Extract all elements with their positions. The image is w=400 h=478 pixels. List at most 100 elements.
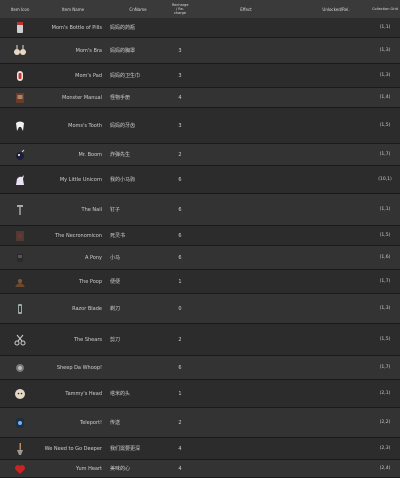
tammy-head-icon (15, 388, 25, 399)
item-recharge: 0 (178, 305, 182, 312)
item-cn-name: 剪刀 (110, 337, 121, 343)
table-row: A Pony 小马 6 (1,6) (0, 246, 400, 270)
item-cn-name: 怪物手册 (110, 95, 131, 101)
item-name: Mom's Bottle of Pills (51, 24, 102, 31)
item-grid: (2,1) (379, 391, 391, 396)
nail-icon (17, 204, 23, 215)
item-name: Teleport! (80, 419, 102, 426)
book-icon (16, 92, 24, 103)
item-recharge: 1 (178, 278, 182, 285)
item-name: A Pony (84, 254, 102, 261)
item-recharge: 2 (178, 151, 182, 158)
item-grid: (1,5) (379, 233, 391, 238)
item-grid: (2,2) (379, 420, 391, 425)
item-recharge: 2 (178, 336, 182, 343)
table-row: Razor Blade 剃刀 0 (1,3) (0, 294, 400, 324)
item-cn-name: 钉子 (110, 207, 121, 213)
table-row: My Little Unicorn 我的小马驹 6 (10,1) (0, 166, 400, 194)
bra-icon (14, 44, 26, 55)
tooth-icon (16, 121, 24, 131)
item-name: My Little Unicorn (59, 176, 102, 183)
item-recharge: 3 (178, 72, 182, 79)
item-recharge: 3 (178, 47, 182, 54)
item-recharge: 3 (178, 122, 182, 129)
teleport-icon (16, 417, 24, 428)
unicorn-icon (16, 174, 24, 185)
item-cn-name: 妈妈的药瓶 (110, 25, 136, 31)
col-collection-header: Collection Grid (372, 7, 398, 11)
pill-bottle-icon (17, 21, 23, 33)
item-grid: (1,4) (379, 95, 391, 100)
bomb-icon (16, 149, 25, 160)
item-recharge: 6 (178, 206, 182, 213)
item-grid: (1,1) (379, 207, 391, 212)
table-row: Mom's Bra 妈妈的胸罩 3 (1,3) (0, 38, 400, 64)
item-cn-name: 炸弹先生 (110, 152, 131, 158)
item-recharge: 6 (178, 232, 182, 239)
item-grid: (1,5) (379, 337, 391, 342)
table-row: Tammy's Head 塔米的头 1 (2,1) (0, 380, 400, 408)
item-grid: (1,3) (379, 48, 391, 53)
item-cn-name: 妈妈的卫生巾 (110, 73, 141, 79)
item-name: Mom's Pad (75, 72, 102, 79)
item-name: Mr. Boom (78, 151, 102, 158)
heart-icon (15, 464, 25, 474)
item-name: The Shears (73, 336, 102, 343)
item-name: Moms's Tooth (68, 122, 102, 129)
item-name: We Need to Go Deeper (44, 445, 102, 452)
item-cn-name: 死灵书 (110, 233, 126, 239)
item-grid: (1,1) (379, 25, 391, 30)
item-grid: (1,7) (379, 365, 391, 370)
col-icon-header: Item Icon (10, 6, 30, 12)
table-row: Sheep Da Whoop! 6 (1,7) (0, 356, 400, 380)
sheep-icon (16, 363, 24, 372)
table-row: Mom's Bottle of Pills 妈妈的药瓶 (1,1) (0, 18, 400, 38)
item-grid: (1,5) (379, 123, 391, 128)
item-cn-name: 便便 (110, 279, 121, 285)
table-row: Yum Heart 美味的心 4 (2,4) (0, 460, 400, 478)
item-name: Mom's Bra (75, 47, 102, 54)
table-row: The Poop 便便 1 (1,7) (0, 270, 400, 294)
table-row: The Necronomicon 死灵书 6 (1,5) (0, 226, 400, 246)
item-grid: (1,7) (379, 152, 391, 157)
table-header: Item Icon Item Name CnName Recharge / Re… (0, 0, 400, 19)
item-name: Monster Manual (62, 94, 102, 101)
table-row: Teleport! 传送 2 (2,2) (0, 408, 400, 438)
item-grid: (1,6) (379, 255, 391, 260)
item-cn-name: 传送 (110, 420, 121, 426)
table-row: We Need to Go Deeper 我们需要更深 4 (2,3) (0, 438, 400, 460)
col-cn-header: CnName (129, 6, 147, 12)
item-recharge: 2 (178, 419, 182, 426)
item-cn-name: 美味的心 (110, 466, 131, 472)
table-row: The Shears 剪刀 2 (1,5) (0, 324, 400, 356)
item-recharge: 4 (178, 465, 182, 472)
item-cn-name: 小马 (110, 255, 121, 261)
item-grid: (1,7) (379, 279, 391, 284)
item-name: The Poop (78, 278, 102, 285)
necronomicon-icon (16, 230, 24, 241)
item-table: Item Icon Item Name CnName Recharge / Re… (0, 0, 400, 478)
item-name: The Necronomicon (55, 232, 102, 239)
item-recharge: 6 (178, 176, 182, 183)
col-recharge-header: Recharge / Re-charge (172, 3, 189, 15)
pony-icon (17, 253, 23, 262)
table-body: Mom's Bottle of Pills 妈妈的药瓶 (1,1) Mom's … (0, 18, 400, 478)
item-cn-name: 我的小马驹 (110, 177, 136, 183)
item-cn-name: 妈妈的胸罩 (110, 48, 136, 54)
shovel-icon (17, 442, 23, 455)
poop-icon (15, 278, 25, 287)
item-cn-name: 我们需要更深 (110, 446, 141, 452)
item-recharge: 6 (178, 364, 182, 371)
item-recharge: 6 (178, 254, 182, 261)
item-cn-name: 剃刀 (110, 306, 121, 312)
item-grid: (1,3) (379, 306, 391, 311)
item-grid: (2,4) (379, 466, 391, 471)
table-row: Moms's Tooth 妈妈的牙齿 3 (1,5) (0, 108, 400, 144)
razor-icon (18, 303, 22, 314)
col-effect-header: Effect (240, 6, 252, 12)
item-recharge: 4 (178, 94, 182, 101)
item-name: Sheep Da Whoop! (56, 364, 102, 371)
col-name-header: Item Name (61, 6, 85, 12)
item-recharge: 4 (178, 445, 182, 452)
col-unlock-header: Unlocked/Rel. (322, 6, 350, 12)
